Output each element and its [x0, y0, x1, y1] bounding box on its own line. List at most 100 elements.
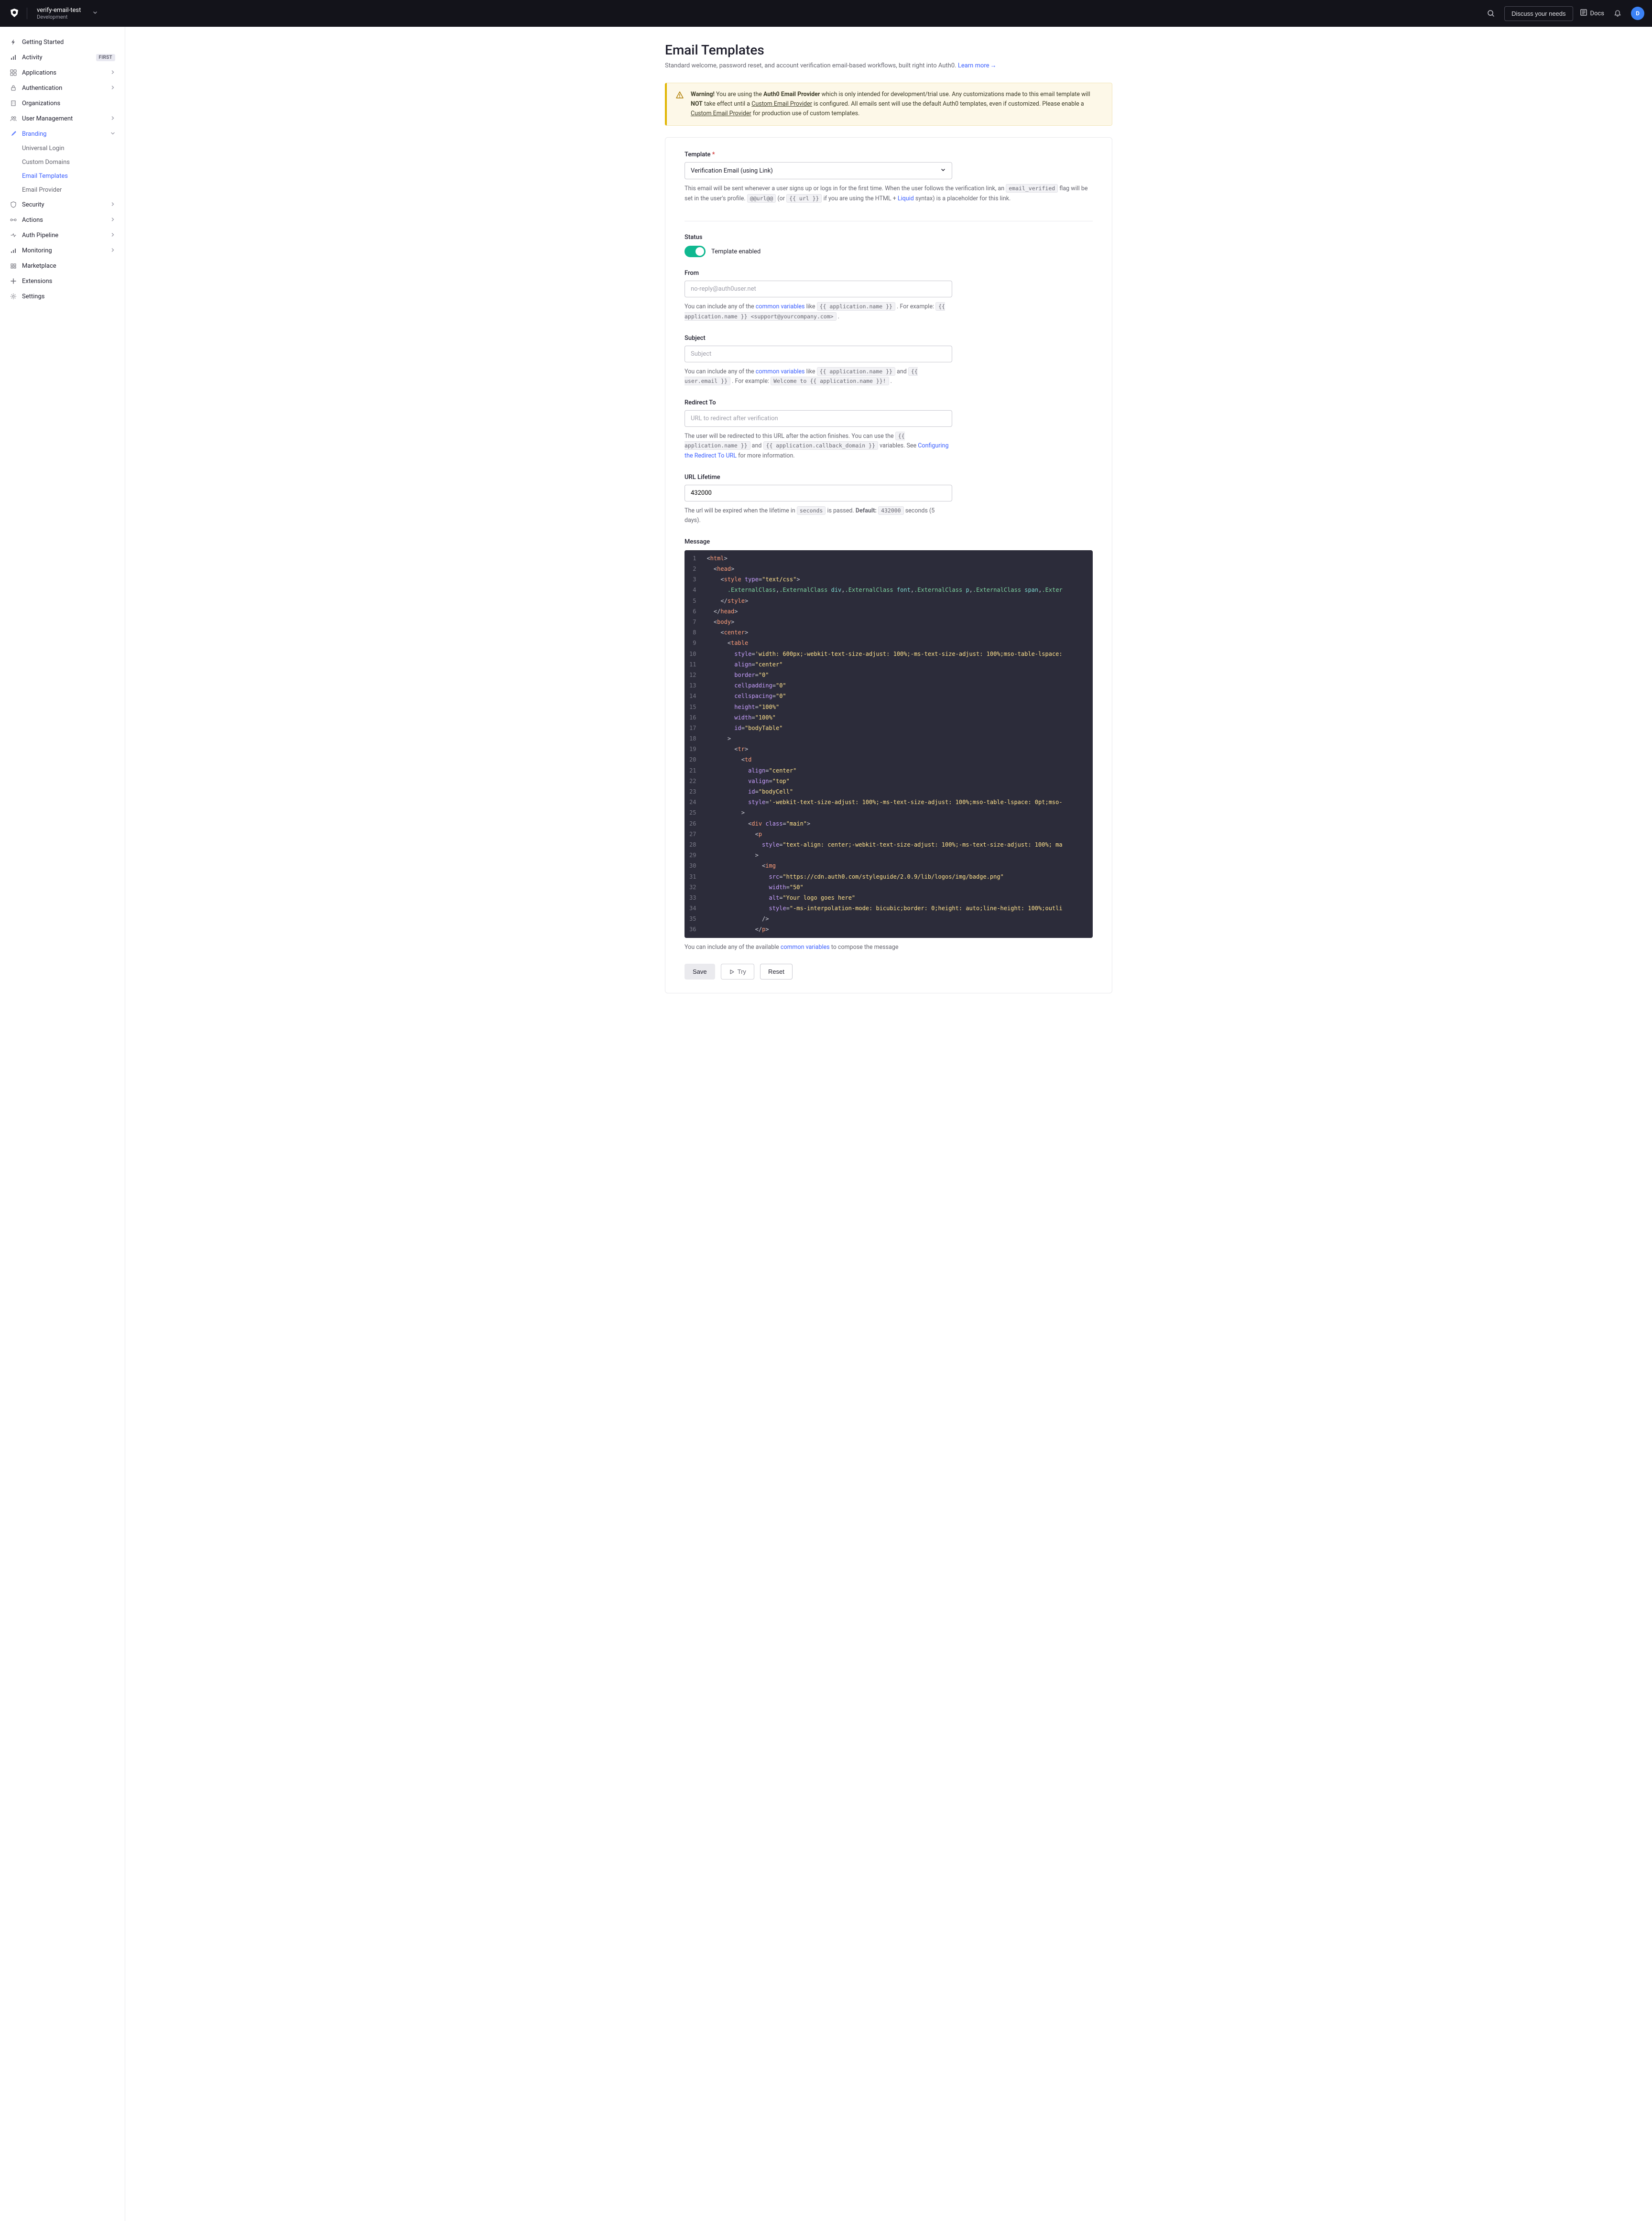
warning-text: Warning! You are using the Auth0 Email P… — [691, 90, 1103, 119]
search-icon[interactable] — [1484, 7, 1498, 20]
avatar[interactable]: D — [1631, 7, 1644, 20]
bell-icon[interactable] — [1611, 7, 1624, 20]
sidebar-item-label: Authentication — [22, 85, 106, 92]
sidebar-item-label: Actions — [22, 217, 106, 224]
from-help: You can include any of the common variab… — [685, 302, 952, 322]
sidebar-item-authentication[interactable]: Authentication — [0, 80, 125, 96]
docs-label: Docs — [1590, 10, 1604, 17]
sidebar-item-organizations[interactable]: Organizations — [0, 96, 125, 111]
message-code-editor[interactable]: 1234567891011121314151617181920212223242… — [685, 550, 1093, 938]
chevron-right-icon — [110, 69, 115, 76]
sidebar-item-monitoring[interactable]: Monitoring — [0, 243, 125, 258]
save-button[interactable]: Save — [685, 964, 715, 980]
market-icon — [10, 262, 17, 270]
template-help: This email will be sent whenever a user … — [685, 184, 1093, 204]
common-variables-link[interactable]: common variables — [781, 944, 830, 951]
pipeline-icon — [10, 231, 17, 239]
sidebar-item-applications[interactable]: Applications — [0, 65, 125, 80]
chart-icon — [10, 54, 17, 61]
discuss-button[interactable]: Discuss your needs — [1504, 6, 1573, 21]
sidebar-item-activity[interactable]: Activity FIRST — [0, 50, 125, 65]
chevron-down-icon — [92, 10, 98, 17]
ext-icon — [10, 277, 17, 285]
try-button[interactable]: Try — [721, 964, 754, 980]
sidebar-item-extensions[interactable]: Extensions — [0, 273, 125, 289]
from-input[interactable] — [685, 281, 952, 297]
code-pill: {{ application.callback_domain }} — [763, 441, 878, 450]
warning-icon — [675, 91, 684, 119]
sidebar: Getting Started Activity FIRST Applicati… — [0, 27, 125, 2221]
users-icon — [10, 115, 17, 122]
sidebar-item-auth-pipeline[interactable]: Auth Pipeline — [0, 228, 125, 243]
header-left: verify-email-test Development — [8, 5, 102, 22]
common-variables-link[interactable]: common variables — [756, 303, 805, 310]
page-title: Email Templates — [665, 42, 1112, 58]
docs-icon — [1580, 9, 1587, 18]
lock-icon — [10, 84, 17, 92]
code-pill: 432000 — [878, 506, 904, 515]
lifetime-input[interactable] — [685, 485, 952, 501]
sidebar-item-getting-started[interactable]: Getting Started — [0, 34, 125, 50]
chevron-right-icon — [110, 201, 115, 208]
code-lines: <html> <head> <style type="text/css"> .E… — [701, 550, 1093, 938]
sidebar-item-label: User Management — [22, 115, 106, 122]
chevron-right-icon — [110, 232, 115, 239]
template-select[interactable]: Verification Email (using Link) — [685, 162, 952, 179]
sidebar-sub-custom-domains[interactable]: Custom Domains — [0, 155, 125, 169]
project-switcher[interactable]: verify-email-test Development — [33, 5, 102, 22]
redirect-input[interactable] — [685, 410, 952, 427]
status-toggle[interactable] — [685, 246, 706, 257]
shield-icon — [10, 201, 17, 208]
org-icon — [10, 99, 17, 107]
lifetime-help: The url will be expired when the lifetim… — [685, 506, 952, 526]
sidebar-item-actions[interactable]: Actions — [0, 212, 125, 228]
sidebar-item-label: Settings — [22, 293, 115, 300]
docs-link[interactable]: Docs — [1580, 9, 1604, 18]
status-enabled-label: Template enabled — [711, 248, 761, 255]
chevron-right-icon — [110, 247, 115, 254]
message-group: Message 12345678910111213141516171819202… — [685, 538, 1093, 952]
redirect-group: Redirect To The user will be redirected … — [685, 399, 952, 461]
subject-input[interactable] — [685, 346, 952, 362]
subject-group: Subject You can include any of the commo… — [685, 335, 952, 387]
liquid-link[interactable]: Liquid — [898, 195, 914, 202]
sidebar-item-label: Activity — [22, 54, 91, 61]
content-area: Email Templates Standard welcome, passwo… — [125, 27, 1652, 2221]
custom-email-provider-link[interactable]: Custom Email Provider — [751, 100, 812, 108]
reset-button[interactable]: Reset — [760, 964, 793, 980]
code-pill: {{ application.name }} — [817, 302, 895, 311]
code-pill: {{ url }} — [786, 194, 822, 203]
chevron-down-icon — [940, 167, 946, 174]
sidebar-item-settings[interactable]: Settings — [0, 289, 125, 304]
learn-more-link[interactable]: Learn more → — [958, 62, 997, 69]
page-subtitle: Standard welcome, password reset, and ac… — [665, 62, 1112, 69]
code-gutter: 1234567891011121314151617181920212223242… — [685, 550, 701, 938]
sidebar-item-marketplace[interactable]: Marketplace — [0, 258, 125, 273]
sidebar-sub-email-templates[interactable]: Email Templates — [0, 169, 125, 183]
custom-email-provider-link-2[interactable]: Custom Email Provider — [691, 110, 751, 117]
message-label: Message — [685, 538, 1093, 545]
status-label: Status — [685, 234, 952, 241]
sidebar-sub-email-provider[interactable]: Email Provider — [0, 183, 125, 197]
project-name: verify-email-test — [37, 7, 81, 14]
sidebar-item-label: Extensions — [22, 278, 115, 285]
code-pill: @@url@@ — [747, 194, 776, 203]
message-help: You can include any of the available com… — [685, 943, 1093, 953]
project-env: Development — [37, 14, 81, 20]
subject-label: Subject — [685, 335, 952, 342]
status-group: Status Template enabled — [685, 234, 952, 257]
auth0-logo[interactable] — [8, 7, 21, 20]
sidebar-item-security[interactable]: Security — [0, 197, 125, 212]
sidebar-item-label: Applications — [22, 69, 106, 76]
sidebar-sub-universal-login[interactable]: Universal Login — [0, 142, 125, 155]
flow-icon — [10, 216, 17, 224]
monitor-icon — [10, 247, 17, 254]
warning-banner: Warning! You are using the Auth0 Email P… — [665, 83, 1112, 126]
sidebar-item-branding[interactable]: Branding — [0, 126, 125, 142]
sidebar-item-user-management[interactable]: User Management — [0, 111, 125, 126]
lifetime-group: URL Lifetime The url will be expired whe… — [685, 474, 952, 526]
header-right: Discuss your needs Docs D — [1484, 6, 1644, 21]
main-layout: Getting Started Activity FIRST Applicati… — [0, 27, 1652, 2221]
template-label: Template * — [685, 151, 1093, 158]
common-variables-link[interactable]: common variables — [756, 368, 805, 375]
